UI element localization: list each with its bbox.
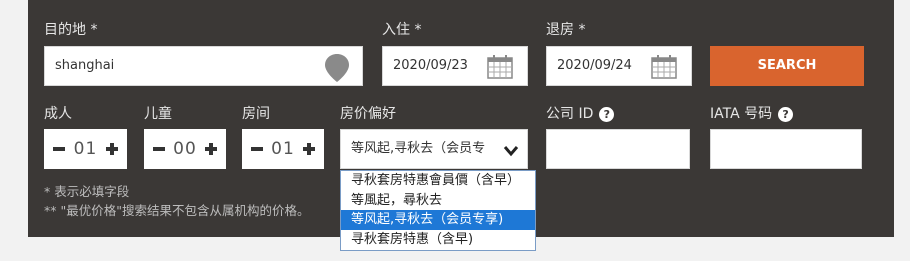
rate-option[interactable]: 等風起，尋秋去 xyxy=(341,191,535,211)
company-id-label: 公司 ID? xyxy=(546,106,615,122)
iata-input[interactable] xyxy=(710,129,862,169)
adults-stepper: 01 xyxy=(44,129,127,169)
company-id-input[interactable] xyxy=(546,129,690,169)
search-button[interactable]: SEARCH xyxy=(710,46,864,86)
help-icon[interactable]: ? xyxy=(599,107,615,122)
calendar-icon[interactable] xyxy=(487,55,513,79)
rate-preference-label: 房价偏好 xyxy=(340,106,396,122)
rate-select-value: 等风起,寻秋去（会员专 xyxy=(351,141,486,156)
plus-icon[interactable] xyxy=(202,140,220,158)
minus-icon[interactable] xyxy=(248,140,266,158)
destination-value: shanghai xyxy=(55,58,115,73)
rate-preference-select[interactable]: 等风起,寻秋去（会员专 xyxy=(340,129,528,169)
plus-icon[interactable] xyxy=(103,140,121,158)
destination-input[interactable]: shanghai xyxy=(44,46,363,86)
help-icon[interactable]: ? xyxy=(778,107,794,122)
minus-icon[interactable] xyxy=(150,140,168,158)
rooms-value: 01 xyxy=(271,139,295,159)
plus-icon[interactable] xyxy=(300,140,318,158)
checkin-date-field[interactable]: 2020/09/23 xyxy=(382,46,528,86)
rooms-stepper: 01 xyxy=(242,129,324,169)
checkout-date-field[interactable]: 2020/09/24 xyxy=(546,46,692,86)
checkout-value: 2020/09/24 xyxy=(557,58,632,73)
rooms-label: 房间 xyxy=(242,106,270,122)
rate-option[interactable]: 寻秋套房特惠（含早) xyxy=(341,230,535,250)
checkout-label: 退房 * xyxy=(546,22,586,38)
destination-label: 目的地 * xyxy=(44,22,98,38)
checkin-label: 入住 * xyxy=(382,22,422,38)
minus-icon[interactable] xyxy=(50,140,68,158)
calendar-icon[interactable] xyxy=(651,55,677,79)
required-note: * 表示必填字段 xyxy=(44,184,130,199)
rate-option-selected[interactable]: 等风起,寻秋去（会员专享) xyxy=(341,210,535,231)
rate-options-list: 寻秋套房特惠會員價（含早） 等風起，尋秋去 等风起,寻秋去（会员专享) 寻秋套房… xyxy=(340,170,536,251)
children-value: 00 xyxy=(173,139,197,159)
iata-label-text: IATA 号码 xyxy=(710,106,773,122)
rate-option[interactable]: 寻秋套房特惠會員價（含早） xyxy=(341,171,535,191)
price-note: ** "最优价格"搜索结果不包含从属机构的价格。 xyxy=(44,203,310,218)
checkin-value: 2020/09/23 xyxy=(393,58,468,73)
children-label: 儿童 xyxy=(144,106,172,122)
adults-value: 01 xyxy=(73,139,98,159)
iata-label: IATA 号码? xyxy=(710,106,794,122)
map-pin-icon[interactable] xyxy=(324,53,350,83)
children-stepper: 00 xyxy=(144,129,226,169)
company-id-label-text: 公司 ID xyxy=(546,106,594,122)
adults-label: 成人 xyxy=(44,106,72,122)
chevron-down-icon xyxy=(503,146,519,157)
